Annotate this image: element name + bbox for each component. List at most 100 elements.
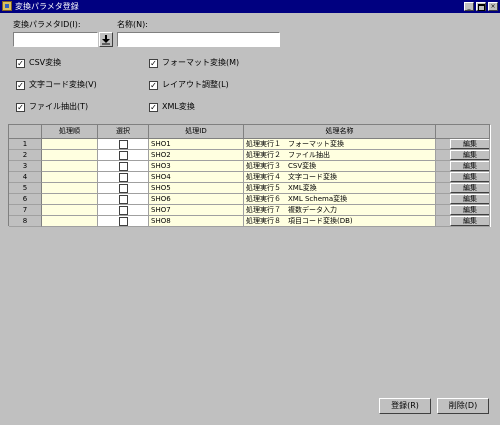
row-select-cell[interactable]	[98, 161, 149, 172]
option-csv-checkbox[interactable]: ✓	[16, 59, 25, 68]
row-order-cell[interactable]	[42, 139, 98, 150]
row-select-cell[interactable]	[98, 194, 149, 205]
header-select[interactable]: 選択	[98, 125, 149, 139]
row-select-checkbox[interactable]	[119, 206, 128, 215]
row-edit-button[interactable]: 編集	[450, 150, 489, 160]
option-csv[interactable]: ✓ CSV変換	[16, 58, 136, 69]
header-order[interactable]: 処理順	[42, 125, 98, 139]
name-input[interactable]	[117, 32, 280, 47]
row-process-id: SHO6	[149, 194, 244, 205]
param-id-dropdown-button[interactable]	[99, 32, 113, 47]
row-edit-cell: 編集	[436, 183, 490, 194]
row-select-cell[interactable]	[98, 139, 149, 150]
row-edit-button[interactable]: 編集	[450, 183, 489, 193]
header-rownum	[9, 125, 42, 139]
option-csv-label: CSV変換	[29, 58, 62, 67]
row-edit-button[interactable]: 編集	[450, 205, 489, 215]
option-charcode[interactable]: ✓ 文字コード変換(V)	[16, 80, 136, 91]
close-button[interactable]: ×	[488, 2, 498, 11]
param-id-input[interactable]	[13, 32, 98, 47]
app-icon	[2, 1, 12, 11]
row-order-cell[interactable]	[42, 161, 98, 172]
row-select-cell[interactable]	[98, 172, 149, 183]
row-edit-cell: 編集	[436, 139, 490, 150]
option-xml[interactable]: ✓ XML変換	[149, 102, 269, 113]
row-process-id: SHO1	[149, 139, 244, 150]
maximize-icon	[477, 4, 485, 11]
row-edit-button[interactable]: 編集	[450, 139, 489, 149]
row-number: 1	[9, 139, 42, 150]
header-edit	[436, 125, 490, 139]
option-file-extract-label: ファイル抽出(T)	[29, 102, 89, 111]
row-order-cell[interactable]	[42, 194, 98, 205]
row-order-cell[interactable]	[42, 216, 98, 227]
row-order-cell[interactable]	[42, 183, 98, 194]
row-edit-cell: 編集	[436, 172, 490, 183]
row-process-name: 処理実行５ XML変換	[244, 183, 436, 194]
option-file-extract[interactable]: ✓ ファイル抽出(T)	[16, 102, 136, 113]
row-process-id: SHO2	[149, 150, 244, 161]
row-number: 3	[9, 161, 42, 172]
table-row[interactable]: 3 SHO3 処理実行３ CSV変換 編集	[9, 161, 490, 172]
row-edit-cell: 編集	[436, 150, 490, 161]
row-process-id: SHO7	[149, 205, 244, 216]
table-row[interactable]: 4 SHO4 処理実行４ 文字コード変換 編集	[9, 172, 490, 183]
row-number: 7	[9, 205, 42, 216]
row-process-name: 処理実行８ 項目コード変換(DB)	[244, 216, 436, 227]
register-button[interactable]: 登録(R)	[379, 398, 431, 414]
row-select-checkbox[interactable]	[119, 184, 128, 193]
title-bar: 変換パラメタ登録 _ ×	[0, 0, 500, 13]
row-select-checkbox[interactable]	[119, 173, 128, 182]
table-row[interactable]: 8 SHO8 処理実行８ 項目コード変換(DB) 編集	[9, 216, 490, 227]
row-select-checkbox[interactable]	[119, 217, 128, 226]
row-order-cell[interactable]	[42, 205, 98, 216]
row-process-name: 処理実行１ フォーマット変換	[244, 139, 436, 150]
row-edit-cell: 編集	[436, 216, 490, 227]
row-select-checkbox[interactable]	[119, 195, 128, 204]
row-process-name: 処理実行２ ファイル抽出	[244, 150, 436, 161]
table-row[interactable]: 7 SHO7 処理実行７ 複数データ入力 編集	[9, 205, 490, 216]
option-charcode-checkbox[interactable]: ✓	[16, 81, 25, 90]
option-xml-checkbox[interactable]: ✓	[149, 103, 158, 112]
row-edit-button[interactable]: 編集	[450, 194, 489, 204]
param-id-label: 変換パラメタID(I):	[13, 20, 81, 29]
option-file-extract-checkbox[interactable]: ✓	[16, 103, 25, 112]
table-row[interactable]: 2 SHO2 処理実行２ ファイル抽出 編集	[9, 150, 490, 161]
row-edit-cell: 編集	[436, 161, 490, 172]
download-arrow-icon	[102, 35, 110, 45]
table-row[interactable]: 5 SHO5 処理実行５ XML変換 編集	[9, 183, 490, 194]
row-edit-button[interactable]: 編集	[450, 172, 489, 182]
row-edit-button[interactable]: 編集	[450, 161, 489, 171]
row-process-id: SHO4	[149, 172, 244, 183]
row-order-cell[interactable]	[42, 150, 98, 161]
row-process-name: 処理実行６ XML Schema変換	[244, 194, 436, 205]
row-process-name: 処理実行７ 複数データ入力	[244, 205, 436, 216]
minimize-button[interactable]: _	[464, 2, 474, 11]
option-layout-checkbox[interactable]: ✓	[149, 81, 158, 90]
option-xml-label: XML変換	[162, 102, 195, 111]
row-process-id: SHO8	[149, 216, 244, 227]
table-row[interactable]: 6 SHO6 処理実行６ XML Schema変換 編集	[9, 194, 490, 205]
row-select-cell[interactable]	[98, 216, 149, 227]
row-edit-button[interactable]: 編集	[450, 216, 489, 226]
row-select-checkbox[interactable]	[119, 162, 128, 171]
header-process-name[interactable]: 処理名称	[244, 125, 436, 139]
header-process-id[interactable]: 処理ID	[149, 125, 244, 139]
option-format[interactable]: ✓ フォーマット変換(M)	[149, 58, 269, 69]
row-select-cell[interactable]	[98, 150, 149, 161]
option-format-checkbox[interactable]: ✓	[149, 59, 158, 68]
name-label: 名称(N):	[117, 20, 148, 29]
row-select-cell[interactable]	[98, 205, 149, 216]
row-select-checkbox[interactable]	[119, 140, 128, 149]
delete-button[interactable]: 削除(D)	[437, 398, 489, 414]
maximize-button[interactable]	[476, 2, 486, 11]
row-select-cell[interactable]	[98, 183, 149, 194]
row-select-checkbox[interactable]	[119, 151, 128, 160]
option-format-label: フォーマット変換(M)	[162, 58, 240, 67]
row-order-cell[interactable]	[42, 172, 98, 183]
row-number: 8	[9, 216, 42, 227]
table-row[interactable]: 1 SHO1 処理実行１ フォーマット変換 編集	[9, 139, 490, 150]
option-layout[interactable]: ✓ レイアウト調整(L)	[149, 80, 269, 91]
option-charcode-label: 文字コード変換(V)	[29, 80, 97, 89]
row-edit-cell: 編集	[436, 194, 490, 205]
